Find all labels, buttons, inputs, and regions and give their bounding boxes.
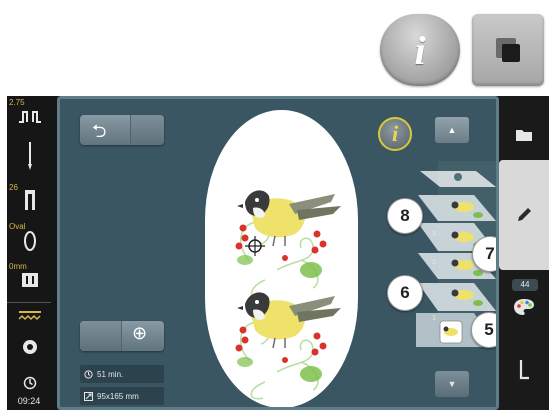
undo-icon: ⮌ bbox=[92, 121, 107, 141]
design-size-value: 95x165 mm bbox=[97, 391, 139, 401]
embroidery-hoop[interactable] bbox=[205, 110, 358, 407]
layer-index-1: 1 bbox=[432, 315, 436, 322]
resize-icon bbox=[84, 391, 93, 401]
layer-index-2: 2 bbox=[432, 259, 436, 266]
embroidery-workspace: ⮌ ⊕ 51 min. 95x165 mm i ▲ 3 2 1 8 7 6 5 … bbox=[57, 96, 499, 410]
zoom-in-icon: ⊕ bbox=[132, 323, 148, 343]
folder-icon bbox=[516, 130, 532, 141]
time-icon bbox=[84, 369, 93, 379]
palette-icon bbox=[514, 299, 534, 315]
clock-time: 09:24 bbox=[17, 396, 41, 406]
design-info-button[interactable]: i bbox=[378, 117, 412, 151]
redo-button[interactable] bbox=[130, 115, 164, 145]
color-palette-button[interactable] bbox=[499, 292, 549, 322]
bobbin-icon[interactable] bbox=[15, 338, 45, 361]
clock-icon bbox=[15, 376, 45, 393]
color-count-badge: 44 bbox=[512, 279, 538, 291]
layer-badge-6: 6 bbox=[387, 275, 423, 311]
scroll-up-button[interactable]: ▲ bbox=[435, 117, 469, 143]
embroidery-screen: i 2.75 26 Oval 0mm 09:24 ⮌ ⊕ 51 min. 95x… bbox=[0, 0, 549, 410]
zoom-button[interactable]: ⊕ bbox=[80, 321, 164, 351]
status-sidebar: 2.75 26 Oval 0mm 09:24 bbox=[7, 96, 57, 410]
machine-display: 2.75 26 Oval 0mm 09:24 ⮌ ⊕ 51 min. 95x16… bbox=[7, 96, 549, 410]
feed-dog-icon[interactable] bbox=[15, 272, 45, 293]
edit-tab[interactable] bbox=[499, 160, 549, 270]
undo-button[interactable]: ⮌ bbox=[80, 115, 164, 145]
stitch-time-value: 51 min. bbox=[97, 369, 124, 379]
down-arrow-icon: ▼ bbox=[447, 379, 457, 389]
needle-icon[interactable] bbox=[15, 142, 45, 175]
layers-icon bbox=[502, 44, 520, 62]
offset-label: 0mm bbox=[9, 262, 27, 271]
divider bbox=[7, 302, 51, 303]
layer-badge-8: 8 bbox=[387, 198, 423, 234]
zoom-out-button[interactable] bbox=[80, 321, 122, 351]
layers-button[interactable] bbox=[472, 14, 544, 86]
embroider-button[interactable] bbox=[499, 348, 549, 394]
up-arrow-icon: ▲ bbox=[447, 125, 457, 135]
design-preview bbox=[235, 190, 341, 400]
hoop-icon[interactable] bbox=[15, 230, 45, 257]
layer-index-3: 3 bbox=[432, 231, 436, 238]
function-sidebar: 44 bbox=[499, 96, 549, 410]
stitch-time-row: 51 min. bbox=[80, 365, 164, 383]
stitch-pattern-icon[interactable] bbox=[15, 106, 45, 133]
info-icon: i bbox=[414, 27, 426, 73]
stitch-icon bbox=[519, 360, 529, 380]
design-size-row: 95x165 mm bbox=[80, 387, 164, 405]
layer-badge-5: 5 bbox=[471, 312, 496, 348]
folder-button[interactable] bbox=[499, 118, 549, 152]
presser-foot-icon[interactable] bbox=[15, 190, 45, 215]
info-button[interactable]: i bbox=[380, 14, 460, 86]
pencil-icon bbox=[518, 208, 531, 221]
scroll-down-button[interactable]: ▼ bbox=[435, 371, 469, 397]
thread-tension-icon[interactable] bbox=[15, 309, 45, 328]
info-icon: i bbox=[391, 121, 399, 146]
